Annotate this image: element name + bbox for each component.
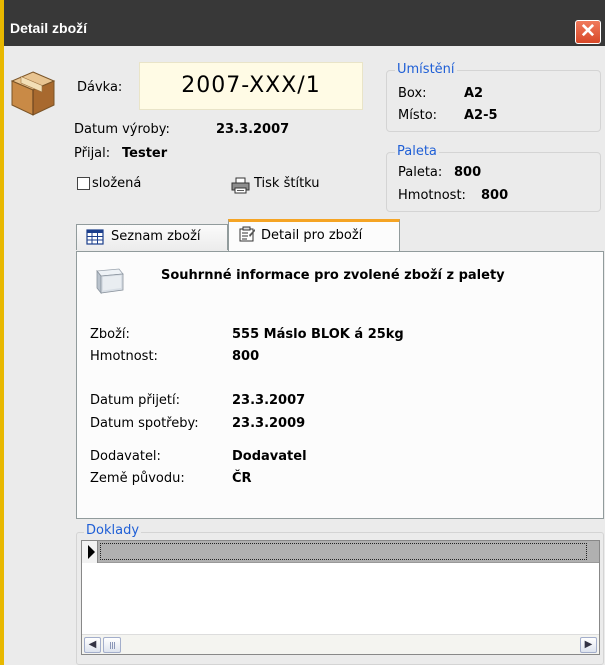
received-by-label: Přijal: — [74, 146, 111, 161]
received-date-label: Datum přijetí: — [90, 393, 181, 408]
row-selector[interactable] — [82, 541, 98, 563]
place-value: A2-5 — [464, 108, 498, 123]
location-title: Umístění — [395, 62, 457, 77]
pallet-group — [386, 152, 601, 212]
origin-value: ČR — [232, 471, 252, 486]
weight-label: Hmotnost: — [398, 188, 466, 203]
current-row-arrow-icon — [88, 545, 95, 559]
detail-weight-value: 800 — [232, 349, 260, 364]
tab-goods-list[interactable]: Seznam zboží — [76, 224, 228, 250]
close-icon: ✕ — [580, 21, 596, 42]
expiry-date-value: 23.3.2009 — [232, 416, 306, 431]
pallet-label: Paleta: — [398, 165, 443, 180]
cube-icon — [96, 268, 124, 295]
tab-goods-detail-label: Detail pro zboží — [261, 228, 363, 243]
tab-goods-list-label: Seznam zboží — [111, 229, 201, 244]
detail-weight-label: Hmotnost: — [90, 349, 158, 364]
print-label-button[interactable]: Tisk štítku — [254, 176, 320, 191]
horizontal-scrollbar[interactable]: ◀ ▶ — [82, 634, 599, 654]
table-row[interactable] — [82, 541, 599, 563]
weight-value: 800 — [481, 188, 509, 203]
received-by-value: Tester — [122, 146, 168, 161]
tab-bar: Seznam zboží Detail pro zboží — [76, 216, 605, 251]
window-title: Detail zboží — [10, 20, 88, 36]
window-body: Dávka: 2007-XXX/1 Datum výroby: 23.3.200… — [4, 46, 605, 665]
pallet-title: Paleta — [395, 144, 439, 159]
tab-goods-detail[interactable]: Detail pro zboží — [228, 219, 400, 251]
production-date-label: Datum výroby: — [74, 122, 170, 137]
grid-cell[interactable] — [100, 543, 587, 560]
goods-value: 555 Máslo BLOK á 25kg — [232, 327, 404, 342]
close-button[interactable]: ✕ — [575, 20, 601, 44]
received-date-value: 23.3.2007 — [232, 393, 306, 408]
origin-label: Země původu: — [90, 471, 185, 486]
folded-label[interactable]: složená — [92, 176, 141, 191]
chevron-right-icon: ▶ — [584, 639, 593, 650]
box-icon — [10, 71, 56, 116]
pallet-value: 800 — [454, 165, 482, 180]
box-label: Box: — [398, 86, 427, 101]
scroll-left-button[interactable]: ◀ — [84, 637, 101, 653]
box-value: A2 — [464, 86, 484, 101]
supplier-label: Dodavatel: — [90, 449, 161, 464]
expiry-date-label: Datum spotřeby: — [90, 416, 199, 431]
title-bar[interactable]: Detail zboží ✕ — [4, 0, 605, 46]
printer-icon[interactable] — [231, 177, 250, 194]
properties-icon — [239, 226, 255, 242]
goods-label: Zboží: — [90, 327, 130, 342]
folded-checkbox[interactable] — [77, 177, 90, 190]
batch-value: 2007-XXX/1 — [139, 62, 363, 110]
place-label: Místo: — [398, 108, 438, 123]
scrollbar-thumb[interactable] — [103, 637, 121, 653]
documents-title: Doklady — [84, 523, 142, 538]
table-icon — [86, 229, 104, 245]
chevron-left-icon: ◀ — [88, 639, 97, 650]
detail-heading: Souhrnné informace pro zvolené zboží z p… — [161, 268, 505, 283]
detail-panel: Souhrnné informace pro zvolené zboží z p… — [76, 251, 604, 519]
supplier-value: Dodavatel — [232, 449, 307, 464]
documents-grid[interactable]: ◀ ▶ — [81, 540, 600, 655]
batch-label: Dávka: — [77, 80, 123, 95]
production-date-value: 23.3.2007 — [216, 122, 290, 137]
scroll-right-button[interactable]: ▶ — [580, 637, 597, 653]
